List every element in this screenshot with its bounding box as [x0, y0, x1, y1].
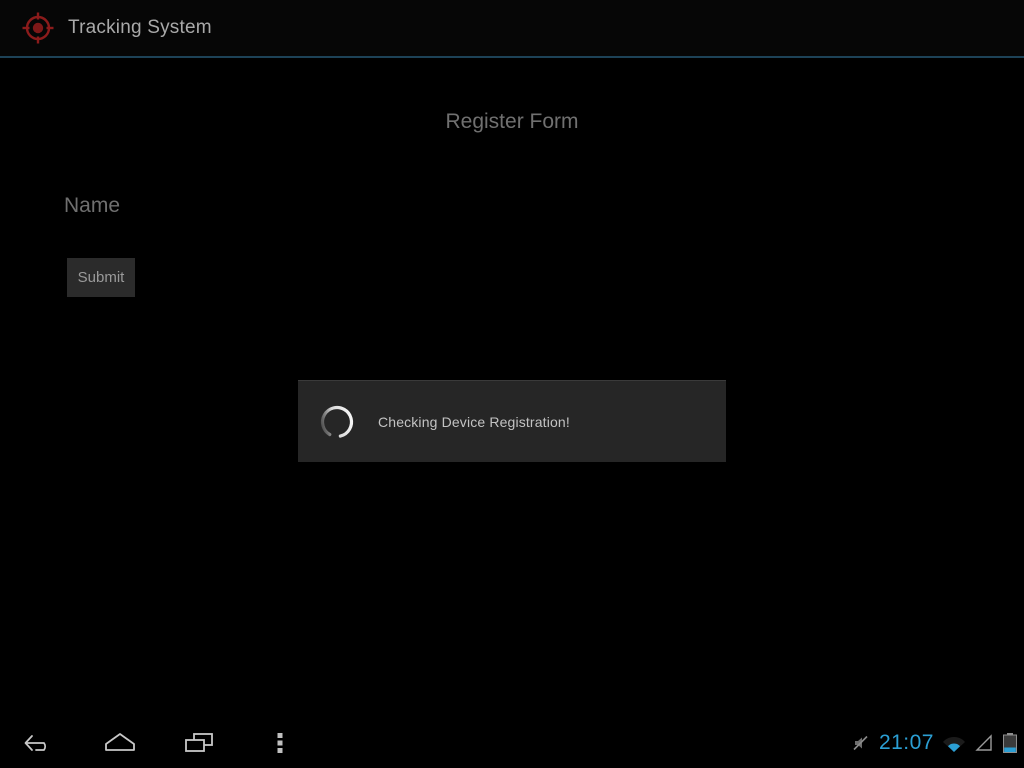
target-crosshair-icon [22, 12, 54, 44]
status-clock: 21:07 [878, 731, 934, 754]
android-screen: Tracking System Register Form Submit Che… [0, 0, 1024, 768]
status-area[interactable]: 21:07 [851, 718, 1018, 768]
overflow-dots-glyph [277, 733, 283, 753]
name-input[interactable] [64, 189, 484, 223]
back-arrow-glyph [24, 735, 47, 751]
page-title: Register Form [445, 110, 579, 133]
home-icon[interactable] [80, 718, 160, 768]
dialog-message: Checking Device Registration! [378, 413, 570, 430]
system-navigation-bar: 21:07 [0, 718, 1024, 768]
wifi-icon [943, 737, 965, 752]
volume-muted-icon [853, 735, 868, 751]
recent-apps-icon[interactable] [160, 718, 240, 768]
action-bar: Tracking System [0, 0, 1024, 56]
loading-spinner-icon [320, 405, 354, 438]
back-icon[interactable] [0, 718, 80, 768]
home-glyph [105, 733, 135, 751]
recents-glyph [185, 733, 213, 752]
submit-button[interactable]: Submit [67, 258, 135, 297]
main-content: Register Form Submit Checking Device Reg… [0, 58, 1024, 718]
app-title: Tracking System [68, 17, 212, 38]
overflow-menu-icon[interactable] [240, 718, 320, 768]
battery-icon [1003, 733, 1017, 753]
progress-dialog: Checking Device Registration! [298, 380, 726, 462]
cell-signal-icon [975, 734, 992, 751]
